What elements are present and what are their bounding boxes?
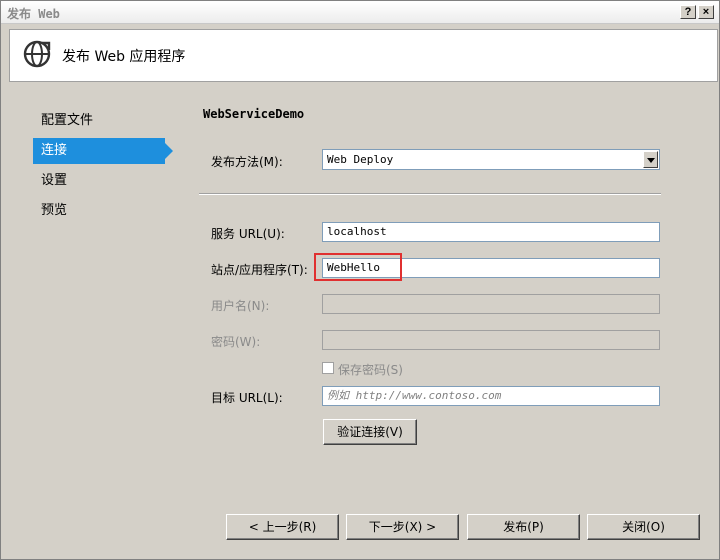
- prev-button[interactable]: < 上一步(R): [226, 514, 339, 540]
- save-password-label: 保存密码(S): [338, 363, 403, 377]
- service-url-input[interactable]: localhost: [322, 222, 660, 242]
- password-input[interactable]: [322, 330, 660, 350]
- validate-connection-button[interactable]: 验证连接(V): [323, 419, 417, 445]
- nav-item-settings[interactable]: 设置: [33, 168, 165, 194]
- separator: [199, 193, 661, 195]
- target-url-label: 目标 URL(L):: [211, 391, 283, 405]
- nav-item-preview[interactable]: 预览: [33, 198, 165, 224]
- page-title: 发布 Web 应用程序: [62, 49, 186, 65]
- close-button[interactable]: 关闭(O): [587, 514, 700, 540]
- publish-button[interactable]: 发布(P): [467, 514, 580, 540]
- target-url-input[interactable]: 例如 http://www.contoso.com: [322, 386, 660, 406]
- publish-method-value: Web Deploy: [327, 153, 394, 166]
- service-url-label: 服务 URL(U):: [211, 227, 285, 241]
- title-bar[interactable]: 发布 Web ? ×: [1, 1, 719, 24]
- password-label: 密码(W):: [211, 335, 261, 349]
- highlight-box: [314, 253, 402, 281]
- window-title: 发布 Web: [7, 7, 60, 21]
- nav-item-profile[interactable]: 配置文件: [33, 108, 165, 134]
- next-button[interactable]: 下一步(X) >: [346, 514, 459, 540]
- dialog-header: 发布 Web 应用程序: [9, 29, 718, 82]
- target-url-placeholder: 例如 http://www.contoso.com: [327, 389, 502, 402]
- publish-method-label: 发布方法(M):: [211, 155, 283, 169]
- profile-name: WebServiceDemo: [203, 107, 305, 121]
- nav-item-connection[interactable]: 连接: [33, 138, 173, 164]
- username-label: 用户名(N):: [211, 299, 270, 313]
- globe-publish-icon: [23, 40, 51, 68]
- close-window-button[interactable]: ×: [698, 5, 714, 19]
- publish-method-select[interactable]: Web Deploy: [322, 149, 660, 170]
- chevron-down-icon[interactable]: [643, 151, 658, 168]
- publish-web-dialog: 发布 Web ? × 发布 Web 应用程序 配置文件 连接 设置 预览 Web…: [0, 0, 720, 560]
- help-button[interactable]: ?: [680, 5, 696, 19]
- site-app-label: 站点/应用程序(T):: [211, 263, 308, 277]
- username-input[interactable]: [322, 294, 660, 314]
- save-password-checkbox[interactable]: [322, 362, 334, 374]
